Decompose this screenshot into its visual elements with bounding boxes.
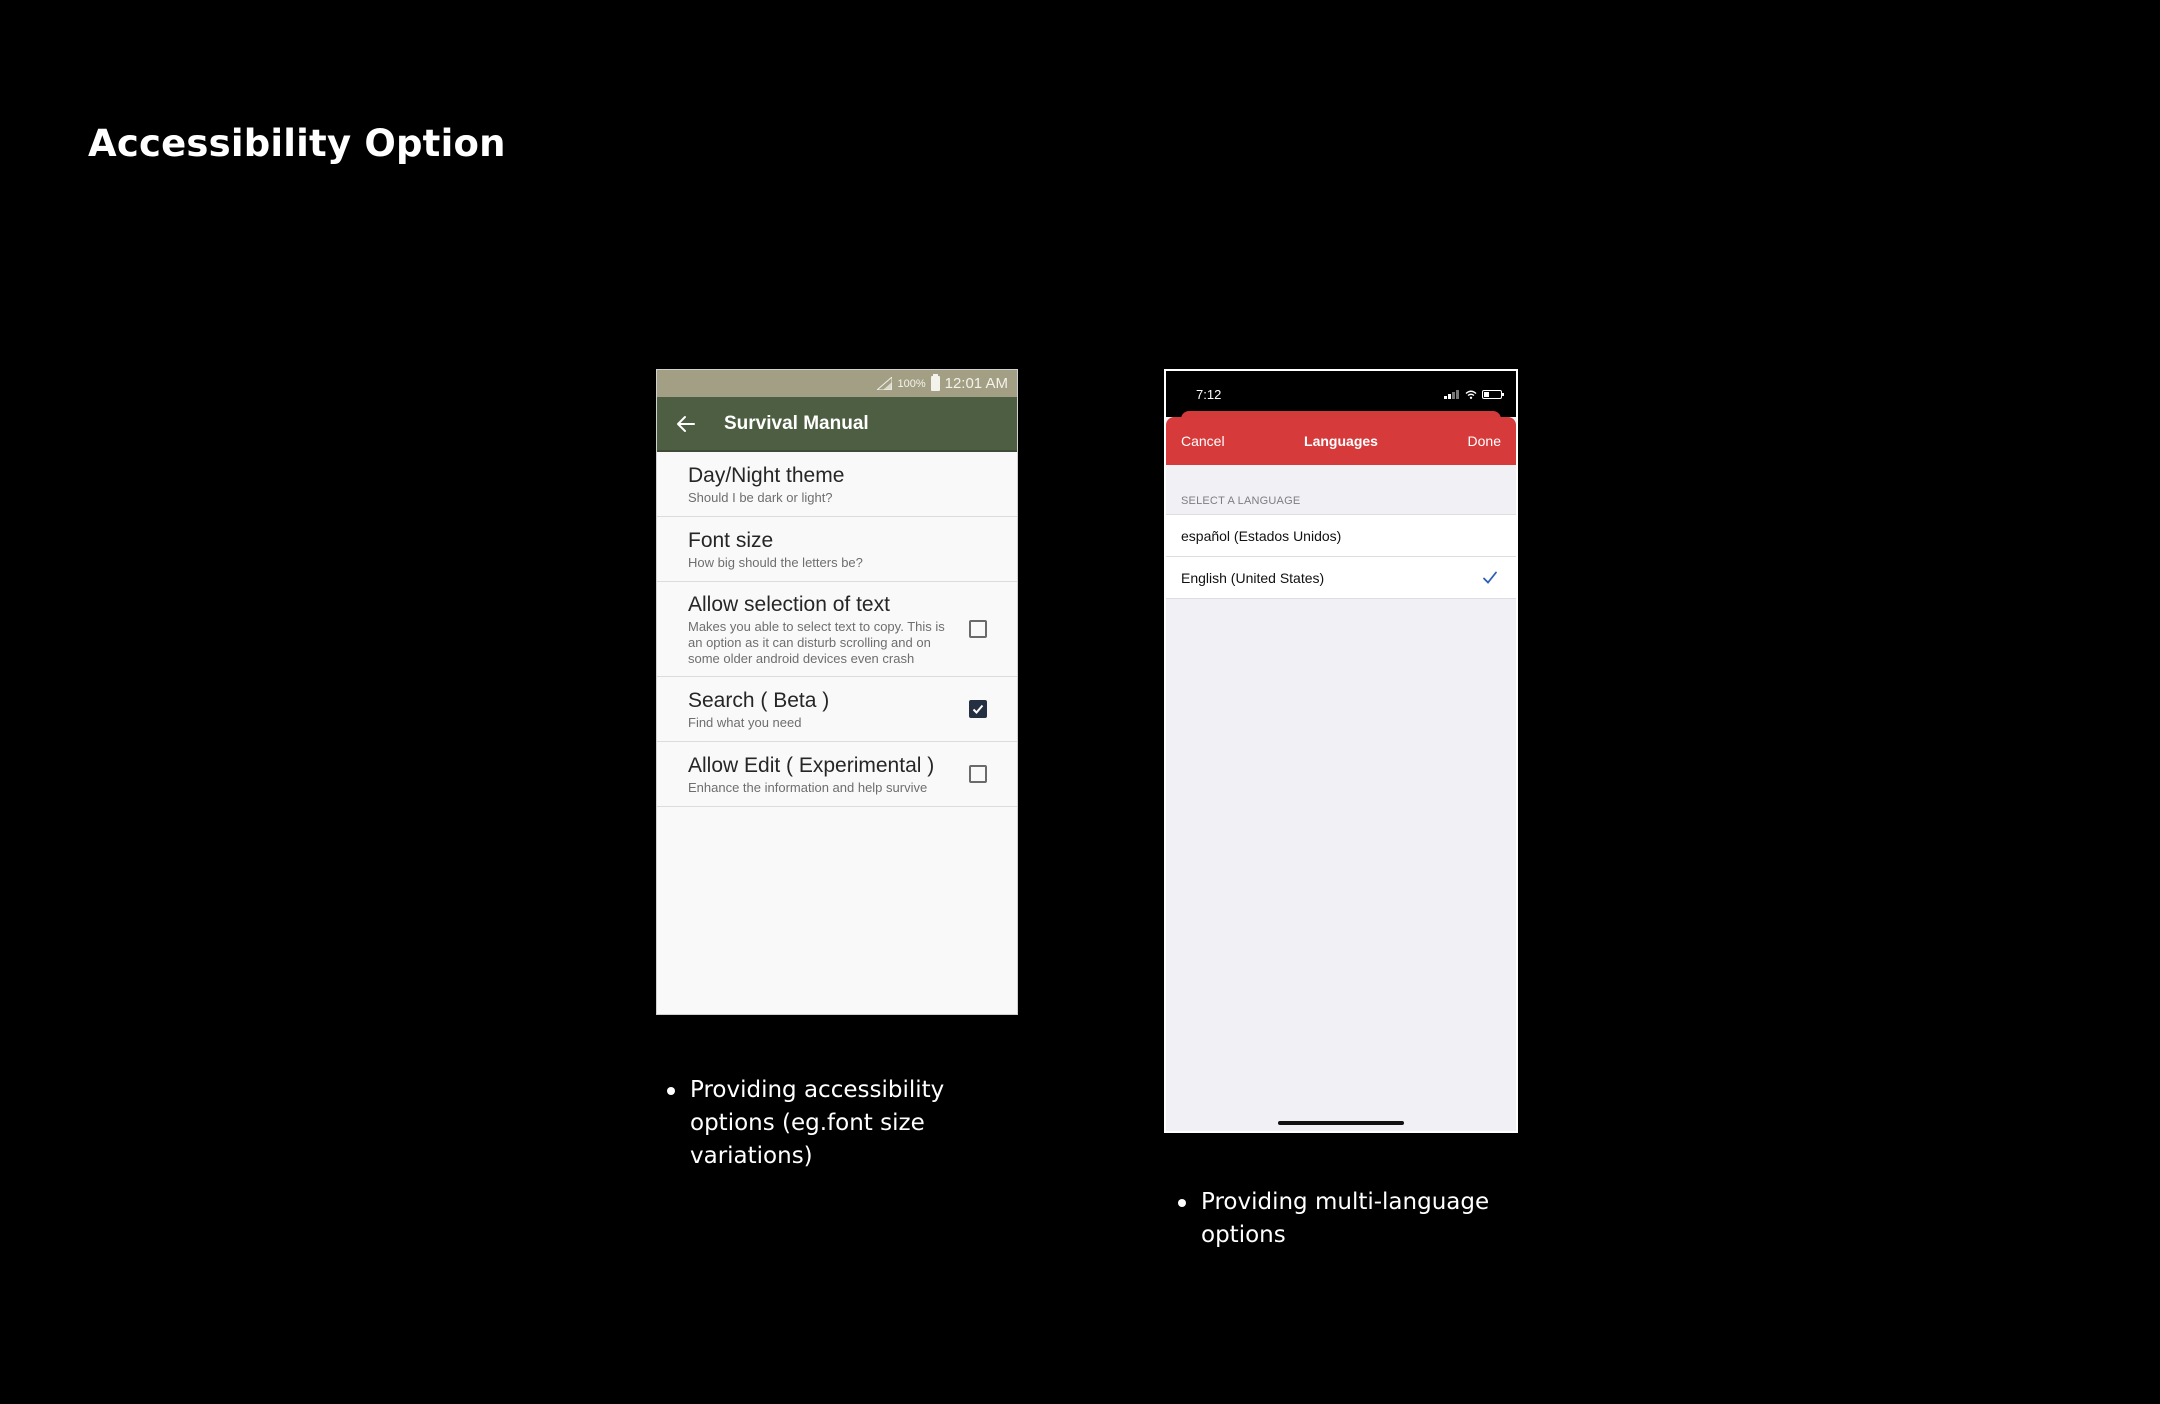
setting-title: Search ( Beta ) <box>688 688 830 712</box>
status-time: 7:12 <box>1196 386 1222 402</box>
setting-subtitle: Find what you need <box>688 714 802 730</box>
setting-title: Day/Night theme <box>688 463 845 487</box>
battery-percentage: 100% <box>897 377 926 390</box>
arrow-left-icon[interactable] <box>674 412 698 436</box>
ios-language-screen: 7:12 Cancel Languages Done SELECT A LANG… <box>1164 369 1518 1133</box>
setting-search-beta[interactable]: Search ( Beta ) Find what you need <box>657 677 1017 742</box>
setting-allow-selection[interactable]: Allow selection of text Makes you able t… <box>657 582 1017 677</box>
settings-list: Day/Night theme Should I be dark or ligh… <box>657 452 1017 807</box>
setting-subtitle: Should I be dark or light? <box>688 489 833 505</box>
toolbar-title: Survival Manual <box>724 412 869 434</box>
setting-title: Allow selection of text <box>688 592 890 616</box>
language-label: English (United States) <box>1181 569 1325 586</box>
checkmark-icon <box>972 704 984 714</box>
language-row-english[interactable]: English (United States) <box>1166 557 1516 599</box>
setting-title: Allow Edit ( Experimental ) <box>688 753 935 777</box>
android-status-bar: 100% 12:01 AM <box>657 370 1017 397</box>
wifi-icon <box>1465 390 1477 399</box>
language-row-espanol[interactable]: español (Estados Unidos) <box>1166 515 1516 557</box>
checkmark-icon <box>1483 571 1497 584</box>
android-toolbar: Survival Manual <box>657 397 1017 452</box>
signal-icon <box>877 377 893 390</box>
setting-subtitle: How big should the letters be? <box>688 554 863 570</box>
caption-bullet: Providing accessibility options (eg.font… <box>667 1074 967 1173</box>
setting-allow-edit[interactable]: Allow Edit ( Experimental ) Enhance the … <box>657 742 1017 807</box>
setting-day-night-theme[interactable]: Day/Night theme Should I be dark or ligh… <box>657 452 1017 517</box>
language-list: español (Estados Unidos) English (United… <box>1166 514 1516 599</box>
battery-icon <box>930 374 940 391</box>
cancel-button[interactable]: Cancel <box>1181 433 1225 449</box>
android-settings-screen: 100% 12:01 AM Survival Manual Day/Night … <box>656 369 1018 1015</box>
caption-multi-language: Providing multi-language options <box>1178 1186 1508 1252</box>
caption-bullet: Providing multi-language options <box>1178 1186 1508 1252</box>
section-header: SELECT A LANGUAGE <box>1181 495 1301 507</box>
allow-edit-checkbox[interactable] <box>969 765 987 783</box>
allow-selection-checkbox[interactable] <box>969 620 987 638</box>
setting-title: Font size <box>688 528 774 552</box>
ios-nav-bar: Cancel Languages Done <box>1166 417 1516 465</box>
home-indicator <box>1278 1121 1404 1125</box>
caption-accessibility: Providing accessibility options (eg.font… <box>667 1074 967 1173</box>
status-time: 12:01 AM <box>944 375 1008 392</box>
setting-subtitle: Makes you able to select text to copy. T… <box>688 618 945 666</box>
language-label: español (Estados Unidos) <box>1181 527 1342 544</box>
search-beta-checkbox[interactable] <box>969 700 987 718</box>
done-button[interactable]: Done <box>1468 433 1501 449</box>
slide-title: Accessibility Option <box>88 122 506 165</box>
signal-icon <box>1444 389 1459 399</box>
setting-font-size[interactable]: Font size How big should the letters be? <box>657 517 1017 582</box>
setting-subtitle: Enhance the information and help survive <box>688 779 928 795</box>
battery-icon <box>1482 389 1504 399</box>
